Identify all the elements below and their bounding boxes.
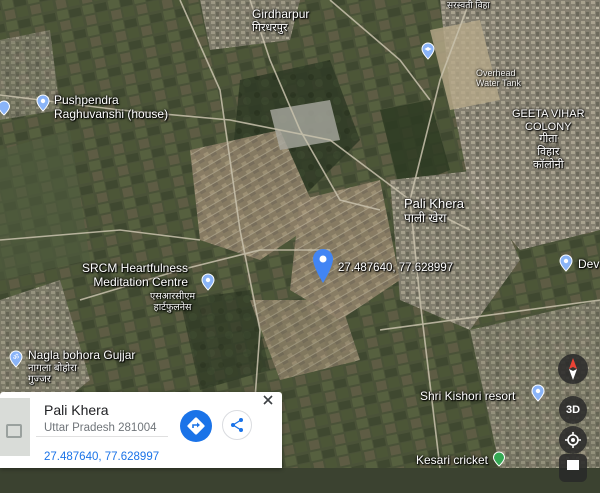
dropped-pin-coords: 27.487640, 77.628997 [338, 262, 454, 274]
place-dev[interactable]: Dev [578, 257, 599, 272]
three-d-button[interactable]: 3D [559, 396, 587, 424]
place-card-divider [36, 436, 168, 437]
srcm-pin-icon[interactable] [200, 273, 216, 296]
pali-khera-name: Pali Khera [404, 196, 464, 211]
place-girdharpur-name: Girdharpur [252, 7, 310, 21]
place-card[interactable]: Pali Khera Uttar Pradesh 281004 27.48764… [0, 392, 282, 468]
place-nagla[interactable]: Nagla bohora Gujjar नागला बोहोरा गुज्जर [28, 348, 136, 386]
place-kesari[interactable]: Kesari cricket [416, 453, 488, 468]
place-top-local: सरस्वती विहा [447, 0, 490, 10]
kesari-pin-icon[interactable] [492, 451, 506, 472]
overhead-line1: Overhead [476, 68, 516, 78]
dropped-pin-icon [313, 249, 333, 283]
place-girdharpur[interactable]: Girdharpur गिरधरपुर [252, 7, 310, 34]
location-pin-icon [201, 273, 215, 291]
srcm-line1: SRCM Heartfulness [82, 261, 189, 275]
place-card-address: Uttar Pradesh 281004 [44, 422, 157, 434]
place-pushpendra[interactable]: Pushpendra Raghuvanshi (house) [54, 93, 169, 122]
place-photo-thumbnail[interactable] [0, 398, 30, 456]
overhead-line2: Water Tank [476, 78, 522, 89]
place-pin-icon[interactable] [35, 94, 51, 117]
geeta-vihar-line2: COLONY [525, 120, 572, 133]
place-srcm[interactable]: SRCM Heartfulness Meditation Centre [82, 261, 189, 290]
location-pin-icon [36, 94, 50, 112]
directions-button[interactable] [180, 410, 212, 442]
bed-icon [0, 100, 11, 116]
nagla-pin-icon[interactable]: ॐ [8, 350, 24, 373]
temple-icon: ॐ [9, 350, 23, 368]
close-icon [263, 395, 273, 405]
location-pin-icon [559, 254, 573, 272]
school-icon [421, 42, 435, 60]
compass-icon [569, 358, 577, 380]
layers-icon [567, 460, 579, 470]
edge-pin-icon[interactable] [0, 100, 11, 121]
place-girdharpur-local: गिरधरपुर [252, 21, 288, 34]
place-pushpendra-line2: Raghuvanshi (house) [54, 106, 169, 121]
geeta-vihar-line1: GEETA VIHAR [512, 108, 585, 120]
geeta-vihar-local3: कॉलोनी [532, 158, 564, 171]
directions-icon [187, 417, 205, 435]
layers-button[interactable] [559, 454, 587, 482]
cricket-icon [492, 451, 506, 467]
nagla-line1: Nagla bohora Gujjar [28, 348, 136, 362]
geeta-vihar-local2: विहार [537, 145, 560, 158]
place-card-title: Pali Khera [44, 402, 109, 418]
svg-text:ॐ: ॐ [13, 354, 20, 362]
nagla-local1: नागला बोहोरा [28, 362, 77, 374]
compass-button[interactable] [558, 354, 588, 384]
geeta-vihar-local1: गीता [539, 133, 558, 146]
srcm-local1: एसआरसीएम [150, 291, 196, 302]
place-pali-khera[interactable]: Pali Khera पाली खेरा [404, 196, 464, 226]
place-srcm-local: एसआरसीएम हार्टफुलनेस [150, 291, 196, 314]
my-location-icon [565, 432, 581, 448]
place-card-coords[interactable]: 27.487640, 77.628997 [44, 451, 159, 463]
my-location-button[interactable] [559, 426, 587, 454]
place-shri-kishori[interactable]: Shri Kishori resort [420, 389, 515, 404]
nagla-local2: गुज्जर [28, 374, 51, 386]
share-icon [231, 418, 243, 432]
dropped-pin[interactable] [312, 248, 334, 289]
dev-pin-icon[interactable] [558, 254, 574, 277]
kishori-pin-icon[interactable] [530, 384, 546, 407]
place-overhead-tank[interactable]: Overhead Water Tank [476, 68, 521, 89]
school-pin-icon[interactable] [420, 42, 436, 65]
srcm-local2: हार्टफुलनेस [153, 301, 192, 313]
place-geeta-vihar[interactable]: GEETA VIHAR COLONY गीता विहार कॉलोनी [512, 108, 585, 171]
srcm-line2: Meditation Centre [93, 274, 189, 289]
close-button[interactable] [262, 394, 274, 409]
place-pushpendra-line1: Pushpendra [54, 93, 119, 107]
pali-khera-local: पाली खेरा [404, 210, 447, 225]
share-button[interactable] [222, 410, 252, 440]
hotel-icon [531, 384, 545, 402]
